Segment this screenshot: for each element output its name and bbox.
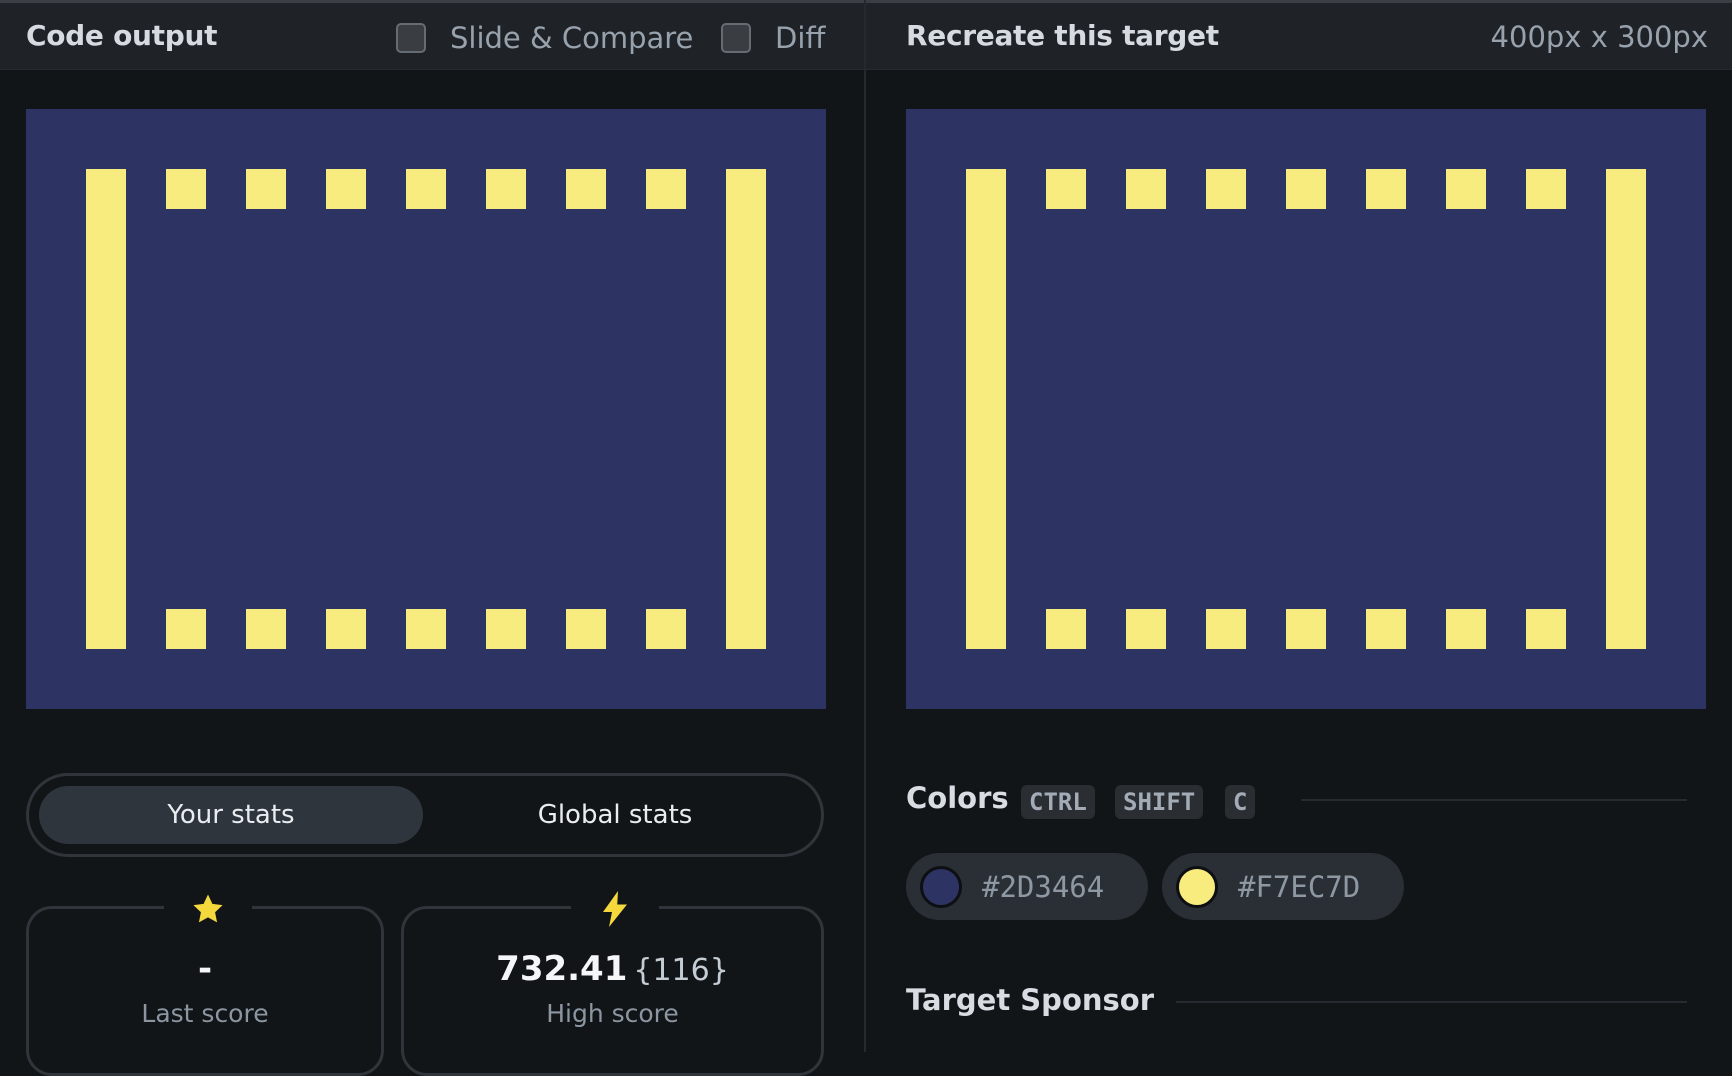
slide-compare-checkbox[interactable] <box>396 23 426 53</box>
bottom-square <box>1366 609 1406 649</box>
slide-compare-label: Slide & Compare <box>450 21 694 55</box>
color-swatch-2[interactable]: #F7EC7D <box>1162 853 1404 920</box>
top-square <box>486 169 526 209</box>
high-score-label: High score <box>546 999 679 1028</box>
target-pattern <box>906 109 1706 709</box>
bottom-square <box>246 609 286 649</box>
left-bar <box>86 169 126 649</box>
target-header: Recreate this target 400px x 300px <box>866 3 1732 70</box>
right-bar <box>726 169 766 649</box>
bottom-square <box>166 609 206 649</box>
top-square <box>166 169 206 209</box>
bottom-square <box>1446 609 1486 649</box>
last-score-label: Last score <box>141 999 269 1028</box>
code-output-header: Code output Slide & Compare Diff <box>0 3 864 70</box>
target-size-label: 400px x 300px <box>1490 20 1708 54</box>
bottom-square <box>1126 609 1166 649</box>
diff-checkbox[interactable] <box>721 23 751 53</box>
high-score-card: 732.41 {116} High score <box>401 887 824 1076</box>
shortcut-key-shift: SHIFT <box>1115 785 1204 819</box>
last-score-card: - Last score <box>26 887 384 1076</box>
bottom-square <box>1046 609 1086 649</box>
top-square <box>1446 169 1486 209</box>
global-stats-tab[interactable]: Global stats <box>423 786 807 844</box>
stats-segmented-control: Your stats Global stats <box>26 773 824 857</box>
bottom-square <box>566 609 606 649</box>
last-score-value: - <box>197 949 213 989</box>
top-square <box>566 169 606 209</box>
shortcut-key-ctrl: CTRL <box>1021 785 1095 819</box>
lightning-icon <box>571 887 659 931</box>
right-bar <box>1606 169 1646 649</box>
code-output-canvas[interactable] <box>26 109 826 709</box>
color-hex-2: #F7EC7D <box>1238 869 1361 904</box>
color-dot-1 <box>920 865 962 908</box>
top-square <box>1366 169 1406 209</box>
top-square <box>1126 169 1166 209</box>
bottom-square <box>1286 609 1326 649</box>
top-square <box>646 169 686 209</box>
bottom-square <box>1526 609 1566 649</box>
bottom-square <box>486 609 526 649</box>
top-square <box>1526 169 1566 209</box>
diff-label: Diff <box>775 21 826 55</box>
color-hex-1: #2D3464 <box>982 869 1105 904</box>
code-output-panel: Code output Slide & Compare Diff Your st… <box>0 0 864 1076</box>
top-square <box>246 169 286 209</box>
colors-title: Colors <box>906 781 1009 815</box>
top-square <box>326 169 366 209</box>
high-score-value-row: 732.41 {116} <box>404 949 821 989</box>
top-square <box>406 169 446 209</box>
top-square <box>1046 169 1086 209</box>
slide-compare-toggle[interactable]: Slide & Compare <box>396 21 693 55</box>
target-canvas <box>906 109 1706 709</box>
color-dot-2 <box>1176 865 1218 908</box>
top-square <box>1286 169 1326 209</box>
color-swatch-1[interactable]: #2D3464 <box>906 853 1148 920</box>
diff-toggle[interactable]: Diff <box>721 21 825 55</box>
sponsor-divider <box>1176 1001 1687 1003</box>
high-score-extra: {116} <box>633 953 729 988</box>
star-icon <box>164 887 252 931</box>
high-score-value: 732.41 <box>496 949 628 989</box>
shortcut-key-c: C <box>1225 785 1256 819</box>
output-pattern <box>26 109 826 709</box>
code-output-title: Code output <box>26 19 218 52</box>
target-panel: Recreate this target 400px x 300px Color… <box>866 0 1732 1052</box>
bottom-square <box>1206 609 1246 649</box>
colors-divider <box>1301 799 1687 801</box>
bottom-square <box>406 609 446 649</box>
your-stats-tab[interactable]: Your stats <box>39 786 423 844</box>
bottom-square <box>646 609 686 649</box>
bottom-square <box>326 609 366 649</box>
target-title: Recreate this target <box>906 19 1219 52</box>
top-square <box>1206 169 1246 209</box>
target-sponsor-title: Target Sponsor <box>906 983 1155 1017</box>
left-bar <box>966 169 1006 649</box>
